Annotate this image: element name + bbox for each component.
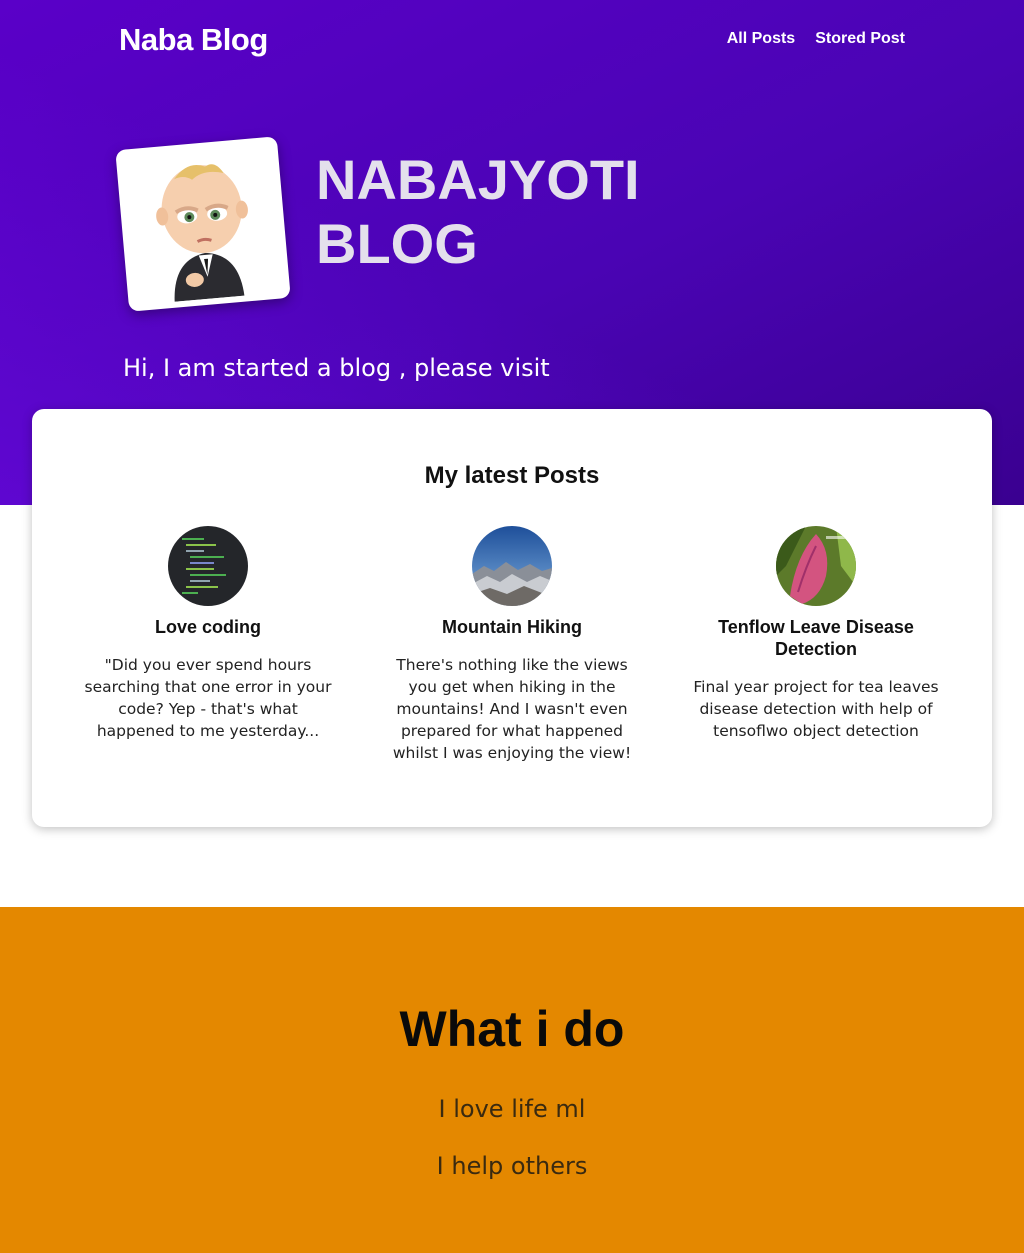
post-excerpt: There's nothing like the views you get w…: [392, 656, 632, 762]
what-i-do-item: I help others: [436, 1152, 588, 1180]
what-i-do-title: What i do: [399, 1001, 625, 1057]
brand-logo-link[interactable]: Naba Blog: [119, 22, 268, 58]
nav-link-stored-post[interactable]: Stored Post: [815, 30, 905, 48]
boss-baby-avatar-icon: [156, 164, 248, 302]
post-title[interactable]: Mountain Hiking: [382, 616, 642, 638]
mountain-image-icon[interactable]: [472, 526, 552, 606]
what-i-do-section: What i do I love life ml I help others: [0, 907, 1024, 1253]
post-title[interactable]: Love coding: [78, 616, 338, 638]
post-item[interactable]: Tenflow Leave Disease Detection Final ye…: [686, 526, 946, 742]
latest-posts-title: My latest Posts: [424, 462, 600, 489]
leaf-detection-image-icon[interactable]: [776, 526, 856, 606]
avatar: [115, 136, 291, 312]
nav-link-all-posts[interactable]: All Posts: [727, 30, 795, 48]
main-nav: All Posts Stored Post: [727, 30, 905, 48]
hero-subtitle: Hi, I am started a blog , please visit: [123, 354, 550, 382]
what-i-do-item: I love life ml: [438, 1095, 586, 1123]
code-screen-image-icon[interactable]: [168, 526, 248, 606]
post-item[interactable]: Mountain Hiking There's nothing like the…: [382, 526, 642, 764]
post-title[interactable]: Tenflow Leave Disease Detection: [686, 616, 946, 660]
post-item[interactable]: Love coding "Did you ever spend hours se…: [78, 526, 338, 742]
hero-title: NABAJYOTI BLOG: [316, 148, 640, 275]
post-excerpt: "Did you ever spend hours searching that…: [84, 656, 332, 740]
post-excerpt: Final year project for tea leaves diseas…: [693, 678, 939, 740]
